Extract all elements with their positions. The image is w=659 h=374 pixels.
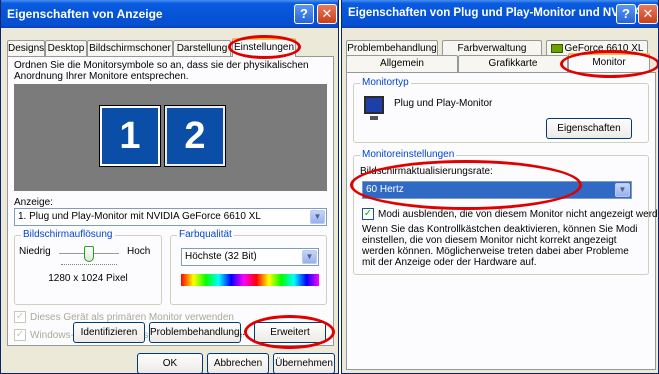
monitor-arrangement-area[interactable]: 1 2 bbox=[14, 84, 327, 191]
resolution-groupbox: Bildschirmauflösung Niedrig Hoch 1280 x … bbox=[14, 229, 162, 305]
resolution-slider-thumb[interactable] bbox=[84, 246, 94, 262]
cancel-button[interactable]: Abbrechen bbox=[207, 353, 269, 373]
color-quality-group-title: Farbqualität bbox=[177, 229, 234, 240]
resolution-group-title: Bildschirmauflösung bbox=[21, 229, 115, 240]
monitor-name: Plug und Play-Monitor bbox=[394, 98, 493, 109]
instruction-text: Ordnen Sie die Monitorsymbole so an, das… bbox=[14, 60, 309, 82]
window-titlebar[interactable]: Eigenschaften von Plug und Play-Monitor … bbox=[342, 0, 658, 28]
refresh-rate-select[interactable]: 60 Hertz ▼ bbox=[362, 181, 632, 199]
display-select[interactable]: 1. Plug und Play-Monitor mit NVIDIA GeFo… bbox=[14, 208, 327, 226]
apply-button[interactable]: Übernehmen bbox=[273, 353, 335, 373]
color-spectrum-bar bbox=[181, 274, 319, 286]
slider-ticks bbox=[61, 264, 117, 265]
monitor-properties-button[interactable]: Eigenschaften bbox=[546, 118, 632, 139]
help-button[interactable]: ? bbox=[616, 4, 636, 24]
tab-desktop[interactable]: Desktop bbox=[45, 40, 87, 57]
troubleshoot-button[interactable]: Problembehandlung... bbox=[149, 322, 248, 343]
identify-button[interactable]: Identifizieren bbox=[73, 322, 145, 343]
chevron-down-icon[interactable]: ▼ bbox=[302, 250, 317, 264]
monitor-settings-group-title: Monitoreinstellungen bbox=[360, 149, 457, 160]
monitor-properties-window: Eigenschaften von Plug und Play-Monitor … bbox=[341, 0, 659, 374]
resolution-value: 1280 x 1024 Pixel bbox=[48, 273, 128, 284]
monitor-settings-groupbox: Monitoreinstellungen Bildschirmaktualisi… bbox=[353, 149, 658, 275]
tab-graphics-card[interactable]: Grafikkarte bbox=[458, 55, 568, 72]
display-properties-window: Eigenschaften von Anzeige ? ✕ Designs De… bbox=[0, 0, 339, 374]
primary-monitor-checkbox[interactable]: ✓ bbox=[14, 311, 26, 323]
tab-general[interactable]: Allgemein bbox=[346, 55, 458, 72]
ok-button[interactable]: OK bbox=[137, 353, 203, 373]
window-title: Eigenschaften von Anzeige bbox=[7, 7, 163, 21]
extend-desktop-checkbox[interactable]: ✓ bbox=[14, 329, 26, 341]
display-select-value: 1. Plug und Play-Monitor mit NVIDIA GeFo… bbox=[18, 211, 261, 222]
tab-screensaver[interactable]: Bildschirmschoner bbox=[87, 40, 173, 57]
monitor-icon bbox=[364, 96, 384, 120]
resolution-low-label: Niedrig bbox=[19, 246, 51, 257]
color-quality-value: Höchste (32 Bit) bbox=[185, 251, 257, 262]
monitor-type-groupbox: Monitortyp Plug und Play-Monitor Eigensc… bbox=[353, 77, 649, 143]
tab-monitor[interactable]: Monitor bbox=[568, 53, 650, 72]
chevron-down-icon[interactable]: ▼ bbox=[615, 183, 630, 197]
refresh-rate-value: 60 Hertz bbox=[366, 184, 404, 195]
monitor-type-group-title: Monitortyp bbox=[360, 77, 411, 88]
close-button[interactable]: ✕ bbox=[638, 4, 658, 24]
tab-designs[interactable]: Designs bbox=[7, 40, 45, 57]
tab-settings[interactable]: Einstellungen bbox=[232, 38, 296, 57]
hide-modes-checkbox[interactable]: ✓ bbox=[362, 208, 374, 220]
tab-appearance[interactable]: Darstellung bbox=[173, 40, 231, 57]
hide-modes-label: Modi ausblenden, die von diesem Monitor … bbox=[378, 209, 659, 220]
display-label: Anzeige: bbox=[14, 197, 53, 208]
refresh-rate-label: Bildschirmaktualisierungsrate: bbox=[360, 166, 493, 177]
advanced-button[interactable]: Erweitert bbox=[254, 322, 326, 343]
monitor-panel: Monitortyp Plug und Play-Monitor Eigensc… bbox=[346, 72, 658, 370]
warning-text: Wenn Sie das Kontrollkästchen deaktivier… bbox=[362, 224, 638, 268]
geforce-icon bbox=[551, 44, 563, 53]
color-quality-groupbox: Farbqualität Höchste (32 Bit) ▼ bbox=[170, 229, 327, 305]
monitor-2-icon[interactable]: 2 bbox=[165, 106, 225, 166]
resolution-high-label: Hoch bbox=[127, 246, 151, 257]
monitor-1-icon[interactable]: 1 bbox=[100, 106, 160, 166]
window-title: Eigenschaften von Plug und Play-Monitor … bbox=[348, 7, 655, 19]
settings-panel: Ordnen Sie die Monitorsymbole so an, das… bbox=[7, 56, 334, 346]
window-titlebar[interactable]: Eigenschaften von Anzeige bbox=[1, 0, 338, 28]
chevron-down-icon[interactable]: ▼ bbox=[310, 210, 325, 224]
color-quality-select[interactable]: Höchste (32 Bit) ▼ bbox=[181, 248, 319, 266]
close-button[interactable]: ✕ bbox=[317, 4, 337, 24]
help-button[interactable]: ? bbox=[294, 4, 314, 24]
